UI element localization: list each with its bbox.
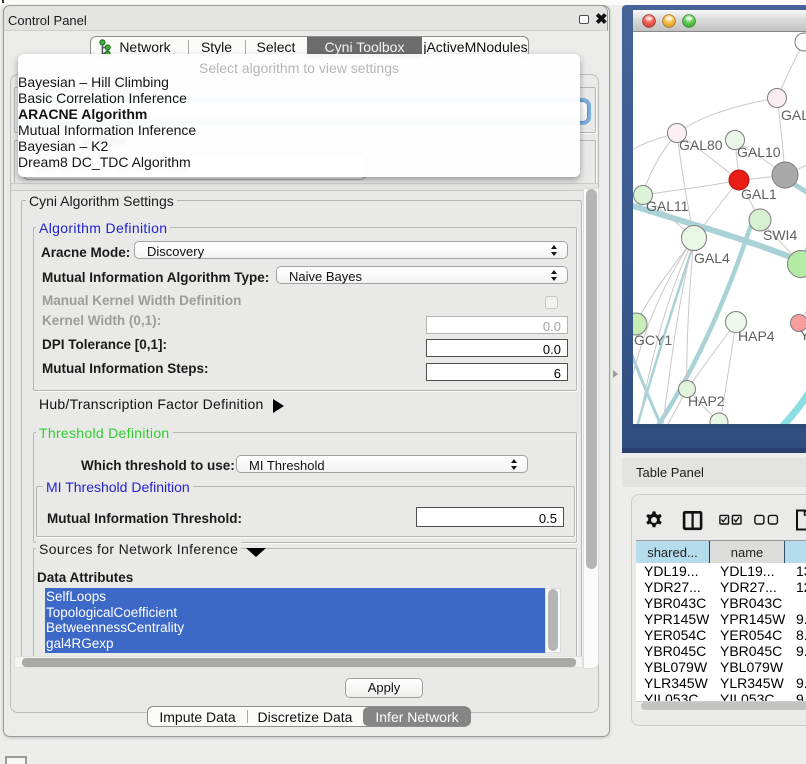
svg-text:GCY1: GCY1: [634, 332, 672, 348]
svg-text:GAL7: GAL7: [781, 107, 806, 123]
svg-text:GAL1: GAL1: [741, 186, 777, 202]
svg-text:GAL4: GAL4: [694, 250, 730, 266]
svg-text:SWI4: SWI4: [763, 227, 797, 243]
svg-text:GAL10: GAL10: [737, 144, 781, 160]
svg-text:HAP2: HAP2: [688, 393, 725, 409]
svg-text:GAL11: GAL11: [646, 198, 689, 214]
svg-text:GAL80: GAL80: [679, 137, 723, 153]
svg-text:YJ: YJ: [800, 327, 806, 343]
svg-text:HAP4: HAP4: [738, 328, 775, 344]
